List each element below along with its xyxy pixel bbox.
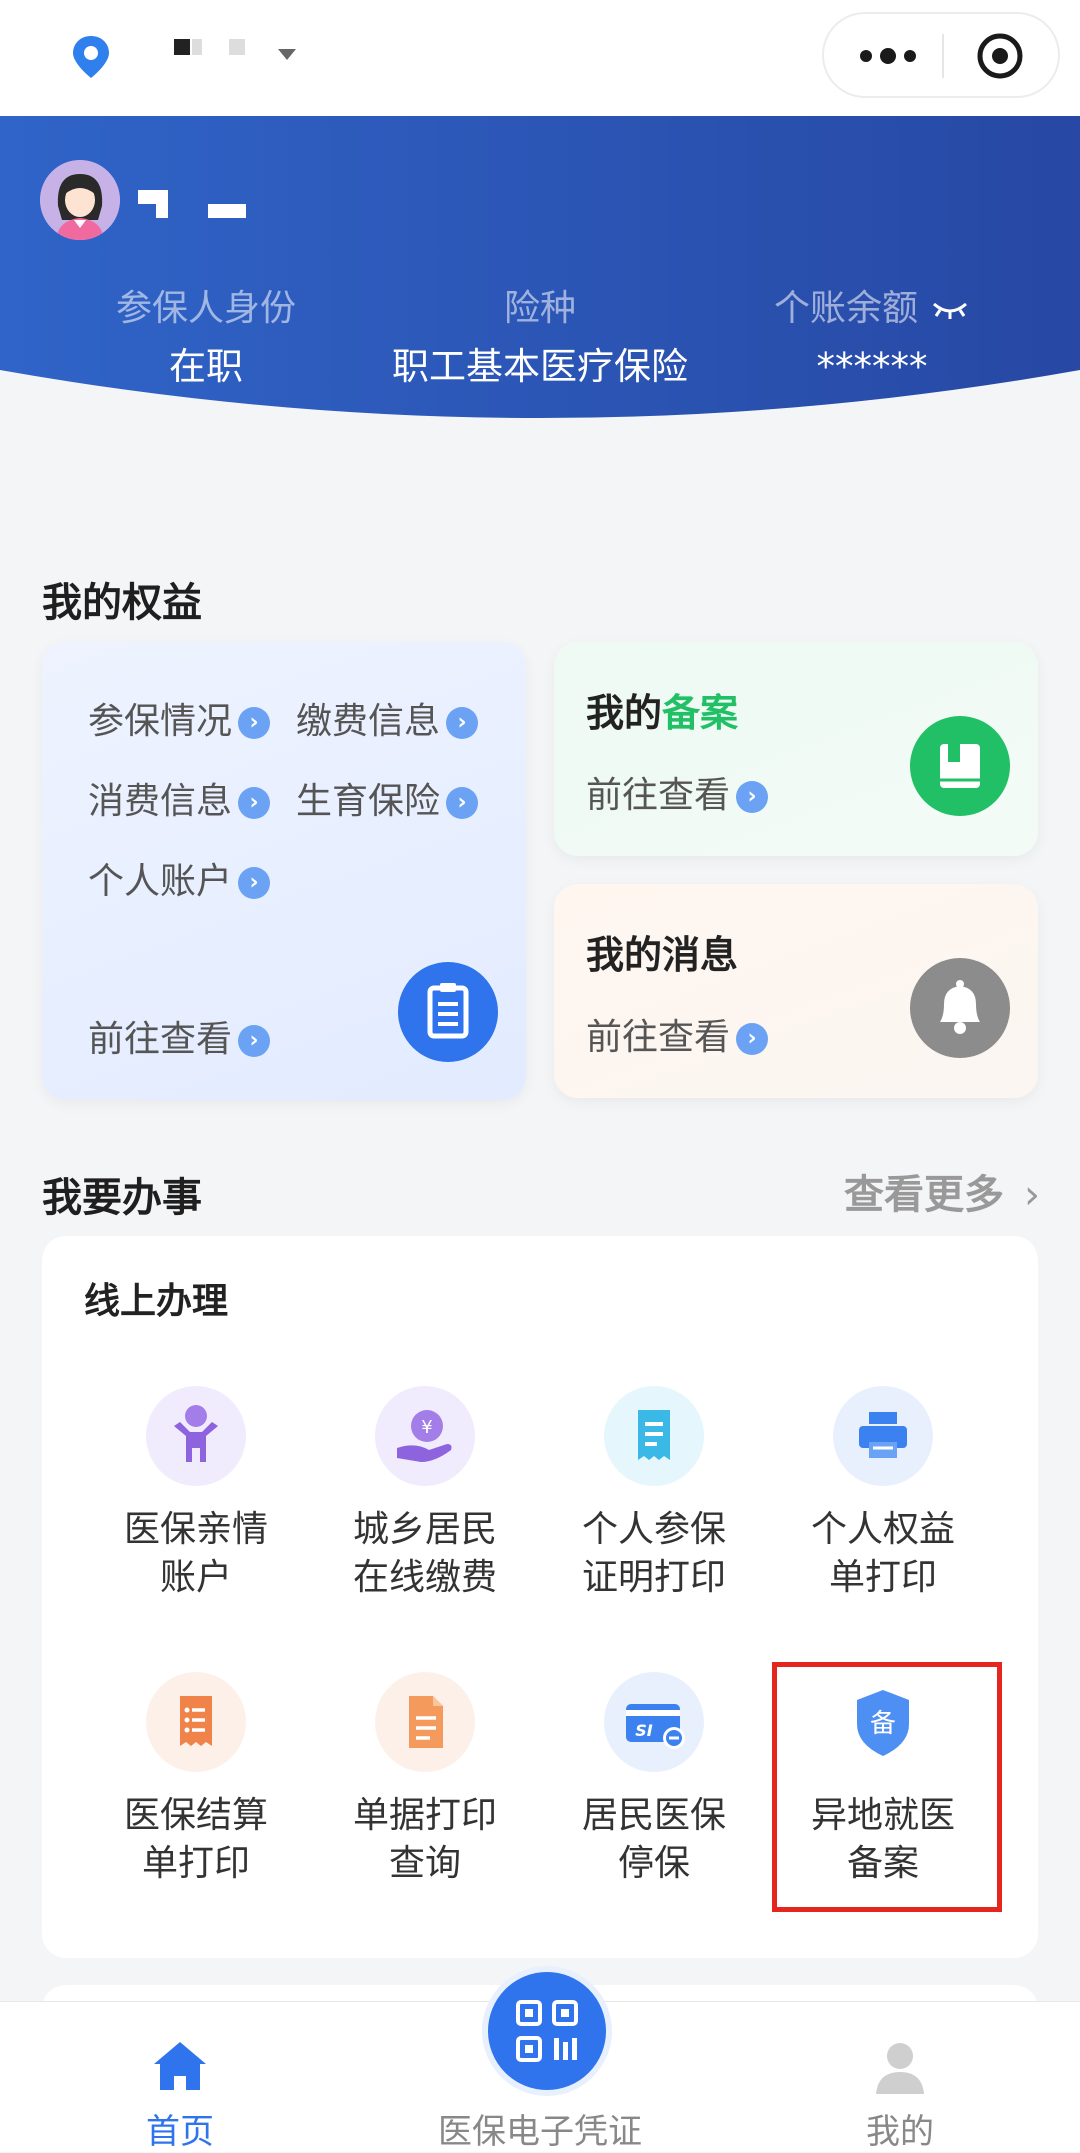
chevron-right-icon: › <box>736 781 769 813</box>
home-icon <box>154 2042 206 2090</box>
my-filing-view-link[interactable]: 前往查看 › <box>586 766 769 818</box>
clipboard-icon <box>398 962 498 1062</box>
service-receipt-query[interactable]: 单据打印 查询 <box>310 1672 540 1888</box>
my-filing-card[interactable]: 我的备案 前往查看 › <box>554 642 1038 856</box>
chevron-right-icon: › <box>238 867 271 899</box>
chevron-right-icon: › <box>1024 1172 1040 1218</box>
insurance-header: 参保人身份 在职 险种 职工基本医疗保险 个账余额 ****** <box>0 116 1080 446</box>
service-settlement-print[interactable]: 医保结算 单打印 <box>81 1672 311 1888</box>
service-label: 居民医保 停保 <box>581 1795 726 1884</box>
link-consumption-info[interactable]: 消费信息 › <box>88 772 271 824</box>
printer-icon <box>833 1386 933 1486</box>
service-insurance-certificate[interactable]: 个人参保 证明打印 <box>539 1386 769 1602</box>
document-icon <box>375 1672 475 1772</box>
tab-home[interactable]: 首页 <box>30 2002 330 2152</box>
tab-voucher-label: 医保电子凭证 <box>438 2112 642 2152</box>
chevron-down-icon <box>278 49 296 60</box>
service-resident-suspend[interactable]: SI 居民医保 停保 <box>539 1672 769 1888</box>
close-target-icon[interactable] <box>976 32 1024 80</box>
top-bar <box>0 0 1080 116</box>
redacted-city-text <box>192 39 202 55</box>
user-name-redacted <box>138 186 258 222</box>
book-icon <box>910 716 1010 816</box>
miniprogram-capsule <box>822 12 1060 98</box>
services-section-title: 我要办事 <box>42 1175 202 1221</box>
online-services-panel: 线上办理 医保亲情 账户 ¥ 城乡居民 在线缴费 个人参保 证明打印 个人权益 单打印 … <box>42 1236 1038 1958</box>
chevron-right-icon: › <box>446 787 479 819</box>
rights-section-title: 我的权益 <box>42 580 202 626</box>
service-label: 个人权益 单打印 <box>810 1509 955 1598</box>
online-services-title: 线上办理 <box>84 1281 229 1322</box>
chevron-right-icon: › <box>238 707 271 739</box>
identity-value: 在职 <box>169 345 243 388</box>
rights-view-link[interactable]: 前往查看 › <box>88 1010 271 1062</box>
tab-home-label: 首页 <box>146 2112 214 2152</box>
card-stop-icon: SI <box>604 1672 704 1772</box>
certificate-icon <box>604 1386 704 1486</box>
city-selector[interactable] <box>174 34 296 74</box>
service-label: 医保结算 单打印 <box>123 1795 268 1884</box>
service-family-account[interactable]: 医保亲情 账户 <box>81 1386 311 1602</box>
avatar[interactable] <box>40 160 120 240</box>
view-more-link[interactable]: 查看更多 › <box>844 1162 1040 1220</box>
qr-code-button[interactable] <box>482 1966 612 2096</box>
insurance-type-value: 职工基本医疗保险 <box>392 345 688 388</box>
capsule-divider <box>942 34 944 78</box>
link-payment-info[interactable]: 缴费信息 › <box>296 692 479 744</box>
service-label: 个人参保 证明打印 <box>581 1509 726 1598</box>
link-insurance-status[interactable]: 参保情况 › <box>88 692 271 744</box>
chevron-right-icon: › <box>238 787 271 819</box>
link-personal-account[interactable]: 个人账户 › <box>88 852 271 904</box>
redacted-city-text <box>229 39 245 55</box>
service-label: 单据打印 查询 <box>352 1795 497 1884</box>
redacted-city-text <box>174 39 190 55</box>
service-label: 医保亲情 账户 <box>123 1509 268 1598</box>
family-icon <box>146 1386 246 1486</box>
more-dots-icon[interactable] <box>858 44 918 68</box>
svg-text:SI: SI <box>635 1721 653 1740</box>
svg-text:¥: ¥ <box>421 1417 432 1438</box>
rights-card[interactable]: 参保情况 › 缴费信息 › 消费信息 › 生育保险 › 个人账户 › 前往查看 › <box>42 642 526 1100</box>
balance-value: ****** <box>816 345 928 388</box>
service-label: 城乡居民 在线缴费 <box>352 1509 497 1598</box>
balance-label-row: 个账余额 <box>722 284 1022 334</box>
link-maternity-insurance[interactable]: 生育保险 › <box>296 772 479 824</box>
chevron-right-icon: › <box>446 707 479 739</box>
eye-closed-icon[interactable] <box>930 298 970 322</box>
identity-label: 参保人身份 <box>115 288 296 329</box>
my-messages-view-link[interactable]: 前往查看 › <box>586 1008 769 1060</box>
header-background <box>0 116 1080 418</box>
chevron-right-icon: › <box>238 1025 271 1057</box>
payment-icon: ¥ <box>375 1386 475 1486</box>
identity-column: 参保人身份 在职 <box>56 284 356 392</box>
service-rights-print[interactable]: 个人权益 单打印 <box>768 1386 998 1602</box>
highlight-box <box>772 1662 1002 1912</box>
bell-icon <box>910 958 1010 1058</box>
chevron-right-icon: › <box>736 1023 769 1055</box>
tab-me-label: 我的 <box>866 2112 934 2152</box>
my-messages-title: 我的消息 <box>586 933 739 977</box>
user-icon <box>876 2043 924 2094</box>
qr-code-icon <box>516 2000 578 2062</box>
tab-me[interactable]: 我的 <box>750 2002 1050 2152</box>
location-pin-icon[interactable] <box>70 34 112 80</box>
my-messages-card[interactable]: 我的消息 前往查看 › <box>554 884 1038 1098</box>
my-filing-title: 我的备案 <box>586 691 739 735</box>
insurance-type-column: 险种 职工基本医疗保险 <box>390 284 690 392</box>
avatar-illustration-icon <box>40 160 120 240</box>
insurance-type-label: 险种 <box>503 288 576 329</box>
balance-label: 个账余额 <box>773 288 918 329</box>
service-resident-payment[interactable]: ¥ 城乡居民 在线缴费 <box>310 1386 540 1602</box>
balance-column: 个账余额 ****** <box>722 284 1022 392</box>
receipt-icon <box>146 1672 246 1772</box>
